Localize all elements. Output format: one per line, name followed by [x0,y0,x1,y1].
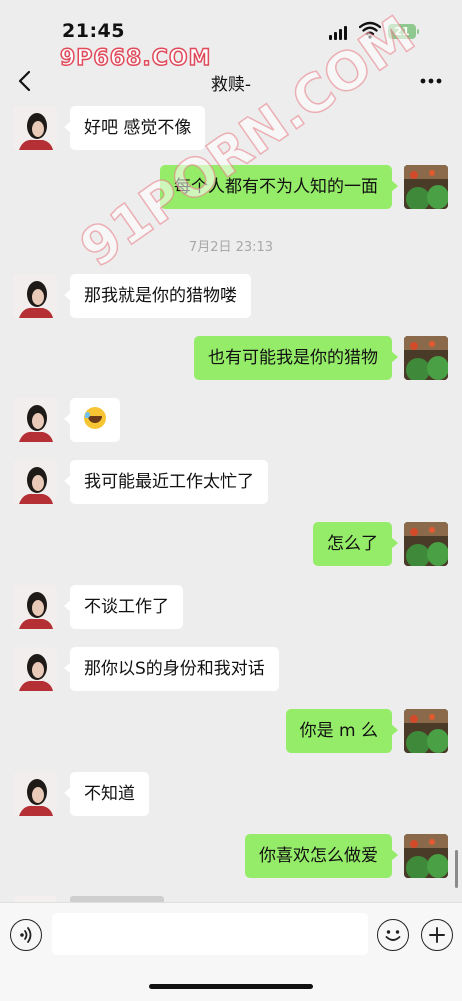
signal-icon [329,26,347,40]
status-time: 21:45 [62,20,125,42]
user-avatar[interactable] [404,522,448,566]
contact-avatar[interactable] [13,274,57,318]
scrollbar[interactable] [455,850,458,888]
chat-header: 救赎- [0,58,462,104]
chat-title: 救赎- [210,75,252,95]
message-input[interactable] [52,913,368,955]
plus-icon [429,927,445,943]
battery-icon: 21 [388,24,419,39]
outgoing-message[interactable]: 每个人都有不为人知的一面 [160,165,398,209]
wifi-icon [359,21,381,39]
user-avatar[interactable] [404,165,448,209]
contact-avatar[interactable] [13,460,57,504]
outgoing-message[interactable]: 也有可能我是你的猎物 [194,336,398,380]
incoming-message[interactable]: 那我就是你的猎物喽 [64,274,251,318]
incoming-message[interactable]: 我可能最近工作太忙了 [64,460,268,504]
incoming-message[interactable]: 不知道 [64,772,149,816]
chat-area[interactable]: 好吧 感觉不像 每个人都有不为人知的一面 7月2日 23:13 那我就是你的猎物… [0,104,462,902]
incoming-emoji-message[interactable] [64,398,120,442]
incoming-message[interactable]: 不谈工作了 [64,585,183,629]
voice-icon [20,927,32,943]
laughing-tears-icon [84,407,106,429]
smiley-icon [385,930,401,941]
user-avatar[interactable] [404,336,448,380]
contact-avatar[interactable] [13,106,57,150]
voice-input-button[interactable] [10,919,42,951]
user-avatar[interactable] [404,834,448,878]
contact-avatar[interactable] [13,647,57,691]
contact-avatar[interactable] [13,585,57,629]
contact-avatar[interactable] [13,398,57,442]
home-indicator[interactable] [149,984,313,989]
incoming-message[interactable]: 好吧 感觉不像 [63,106,206,150]
incoming-message[interactable]: 那你以S的身份和我对话 [64,647,279,691]
contact-avatar[interactable] [13,772,57,816]
timestamp: 7月2日 23:13 [188,240,274,255]
outgoing-message[interactable]: 你喜欢怎么做爱 [245,834,398,878]
more-options-icon[interactable] [416,70,446,92]
emoji-button[interactable] [377,919,409,951]
user-avatar[interactable] [404,709,448,753]
more-functions-button[interactable] [421,919,453,951]
outgoing-message[interactable]: 怎么了 [313,522,398,566]
outgoing-message[interactable]: 你是 m 么 [285,709,399,753]
